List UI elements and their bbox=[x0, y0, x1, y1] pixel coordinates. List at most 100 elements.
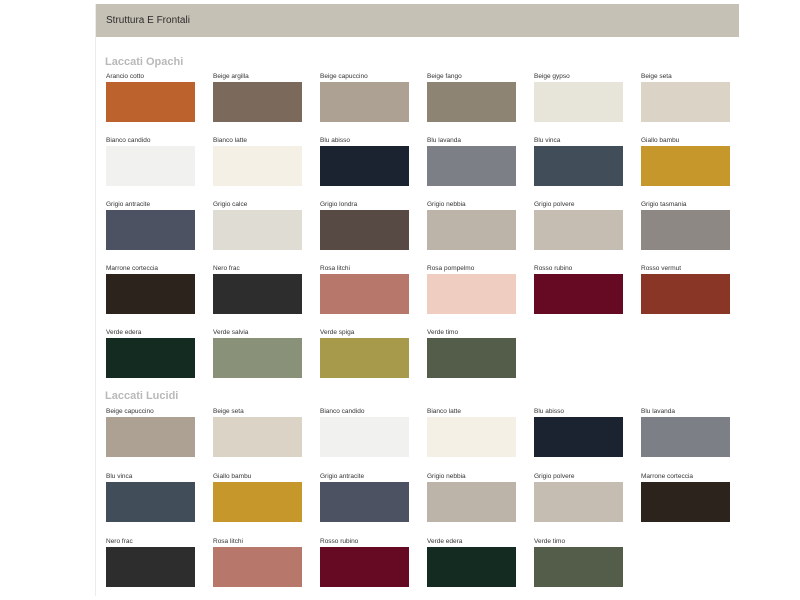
color-swatch[interactable] bbox=[320, 146, 409, 186]
color-swatch-item[interactable]: Beige gypso bbox=[534, 72, 623, 122]
color-swatch-item[interactable]: Grigio polvere bbox=[534, 200, 623, 250]
color-swatch-item[interactable]: Blu lavanda bbox=[427, 136, 516, 186]
color-swatch[interactable] bbox=[213, 210, 302, 250]
swatch-label: Beige argilla bbox=[213, 73, 249, 80]
color-swatch[interactable] bbox=[534, 274, 623, 314]
color-swatch[interactable] bbox=[641, 482, 730, 522]
color-swatch[interactable] bbox=[213, 482, 302, 522]
color-swatch[interactable] bbox=[427, 482, 516, 522]
color-swatch-item[interactable]: Beige argilla bbox=[213, 72, 302, 122]
color-swatch-item[interactable]: Bianco latte bbox=[213, 136, 302, 186]
color-swatch-item[interactable]: Grigio antracite bbox=[106, 200, 195, 250]
color-swatch[interactable] bbox=[106, 417, 195, 457]
color-swatch[interactable] bbox=[106, 482, 195, 522]
color-swatch-item[interactable]: Blu vinca bbox=[106, 472, 195, 522]
color-swatch-item[interactable]: Grigio antracite bbox=[320, 472, 409, 522]
color-swatch-item[interactable]: Rosa litchi bbox=[213, 537, 302, 587]
color-swatch-item[interactable]: Nero frac bbox=[213, 264, 302, 314]
color-swatch-item[interactable]: Arancio cotto bbox=[106, 72, 195, 122]
color-swatch-item[interactable]: Blu vinca bbox=[534, 136, 623, 186]
color-swatch-item[interactable]: Beige seta bbox=[641, 72, 730, 122]
color-swatch[interactable] bbox=[213, 338, 302, 378]
color-swatch[interactable] bbox=[641, 146, 730, 186]
color-swatch-item[interactable]: Marrone corteccia bbox=[641, 472, 730, 522]
color-swatch-item[interactable]: Marrone corteccia bbox=[106, 264, 195, 314]
color-swatch[interactable] bbox=[106, 338, 195, 378]
color-swatch[interactable] bbox=[320, 210, 409, 250]
color-swatch-item[interactable]: Beige capuccino bbox=[106, 407, 195, 457]
color-swatch[interactable] bbox=[427, 338, 516, 378]
color-swatch[interactable] bbox=[213, 82, 302, 122]
color-swatch[interactable] bbox=[427, 146, 516, 186]
color-swatch-item[interactable]: Grigio polvere bbox=[534, 472, 623, 522]
color-swatch[interactable] bbox=[534, 417, 623, 457]
color-swatch-item[interactable]: Verde timo bbox=[427, 328, 516, 378]
color-swatch-item[interactable]: Rosa litchi bbox=[320, 264, 409, 314]
color-swatch[interactable] bbox=[427, 417, 516, 457]
color-swatch[interactable] bbox=[534, 482, 623, 522]
color-swatch[interactable] bbox=[213, 547, 302, 587]
color-swatch[interactable] bbox=[641, 82, 730, 122]
swatch-label: Verde edera bbox=[427, 538, 463, 545]
color-swatch[interactable] bbox=[213, 274, 302, 314]
color-swatch-item[interactable]: Grigio tasmania bbox=[641, 200, 730, 250]
color-swatch-item[interactable]: Beige seta bbox=[213, 407, 302, 457]
color-swatch-item[interactable]: Beige fango bbox=[427, 72, 516, 122]
color-swatch[interactable] bbox=[106, 146, 195, 186]
color-swatch[interactable] bbox=[427, 210, 516, 250]
color-swatch-item[interactable]: Grigio calce bbox=[213, 200, 302, 250]
color-swatch-item[interactable]: Bianco candido bbox=[106, 136, 195, 186]
color-swatch[interactable] bbox=[320, 338, 409, 378]
color-swatch[interactable] bbox=[106, 210, 195, 250]
color-swatch-item[interactable]: Verde spiga bbox=[320, 328, 409, 378]
color-swatch[interactable] bbox=[534, 146, 623, 186]
color-swatch-item[interactable]: Rosso rubino bbox=[320, 537, 409, 587]
color-swatch-item[interactable]: Verde salvia bbox=[213, 328, 302, 378]
color-swatch[interactable] bbox=[106, 274, 195, 314]
color-swatch-item[interactable]: Verde edera bbox=[106, 328, 195, 378]
color-swatch[interactable] bbox=[641, 210, 730, 250]
color-swatch-item[interactable]: Verde timo bbox=[534, 537, 623, 587]
color-swatch-item[interactable]: Nero frac bbox=[106, 537, 195, 587]
color-swatch[interactable] bbox=[213, 146, 302, 186]
color-swatch[interactable] bbox=[106, 82, 195, 122]
color-swatch-item[interactable]: Giallo bambu bbox=[641, 136, 730, 186]
color-swatch[interactable] bbox=[534, 210, 623, 250]
color-swatch[interactable] bbox=[641, 417, 730, 457]
color-swatch[interactable] bbox=[213, 417, 302, 457]
color-swatch[interactable] bbox=[427, 274, 516, 314]
swatch-label: Verde timo bbox=[534, 538, 566, 545]
color-swatch-item[interactable]: Giallo bambu bbox=[213, 472, 302, 522]
swatch-grid-opachi: Arancio cotto Beige argilla Beige capuccin… bbox=[106, 72, 730, 378]
color-swatch[interactable] bbox=[427, 547, 516, 587]
page-header: Struttura E Frontali bbox=[96, 4, 739, 37]
swatch-label: Blu abisso bbox=[534, 408, 564, 415]
color-swatch[interactable] bbox=[106, 547, 195, 587]
color-swatch-item[interactable]: Blu lavanda bbox=[641, 407, 730, 457]
color-swatch-item[interactable]: Grigio nebbia bbox=[427, 200, 516, 250]
color-swatch-item[interactable]: Verde edera bbox=[427, 537, 516, 587]
color-swatch-item[interactable]: Rosso rubino bbox=[534, 264, 623, 314]
swatch-label: Beige capuccino bbox=[320, 73, 368, 80]
color-swatch-item[interactable]: Blu abisso bbox=[320, 136, 409, 186]
color-swatch[interactable] bbox=[320, 82, 409, 122]
color-swatch-item[interactable]: Rosso vermut bbox=[641, 264, 730, 314]
color-swatch-item[interactable]: Grigio londra bbox=[320, 200, 409, 250]
swatch-label: Verde edera bbox=[106, 329, 142, 336]
color-swatch[interactable] bbox=[320, 547, 409, 587]
swatch-label: Grigio nebbia bbox=[427, 473, 466, 480]
color-swatch[interactable] bbox=[427, 82, 516, 122]
swatch-label: Blu abisso bbox=[320, 137, 350, 144]
color-swatch-item[interactable]: Bianco latte bbox=[427, 407, 516, 457]
color-swatch-item[interactable]: Grigio nebbia bbox=[427, 472, 516, 522]
color-swatch[interactable] bbox=[320, 417, 409, 457]
color-swatch[interactable] bbox=[320, 274, 409, 314]
color-swatch[interactable] bbox=[534, 82, 623, 122]
color-swatch[interactable] bbox=[320, 482, 409, 522]
color-swatch[interactable] bbox=[534, 547, 623, 587]
color-swatch-item[interactable]: Bianco candido bbox=[320, 407, 409, 457]
color-swatch-item[interactable]: Beige capuccino bbox=[320, 72, 409, 122]
color-swatch[interactable] bbox=[641, 274, 730, 314]
color-swatch-item[interactable]: Blu abisso bbox=[534, 407, 623, 457]
color-swatch-item[interactable]: Rosa pompelmo bbox=[427, 264, 516, 314]
